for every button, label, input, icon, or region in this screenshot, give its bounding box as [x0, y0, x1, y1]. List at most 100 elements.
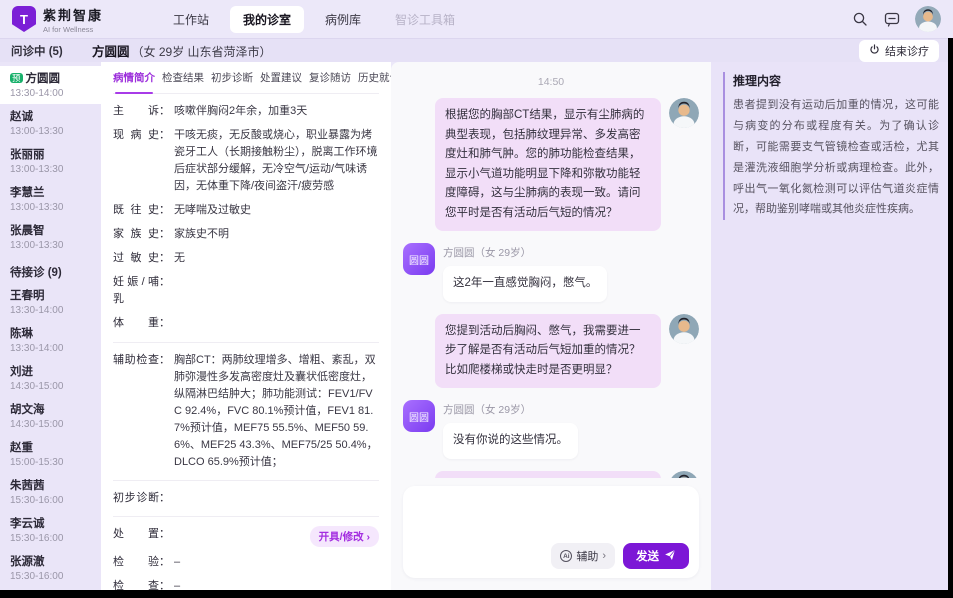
record-tab[interactable]: 病情简介	[113, 70, 155, 87]
patient-list-item[interactable]: 陈琳13:30-14:00	[0, 321, 101, 359]
patient-name: 王春明	[10, 287, 93, 303]
prescribe-button[interactable]: 开具/修改 ›	[310, 526, 379, 547]
reasoning-block: 推理内容 患者提到没有运动后加重的情况，这可能与病变的分布或程度有关。为了确认诊…	[723, 72, 939, 220]
message-composer: Ai 辅助 › 发送	[403, 486, 699, 578]
field-colon: ：	[159, 103, 170, 120]
record-tab[interactable]: 处置建议	[260, 70, 302, 87]
patient-list-item[interactable]: 预方圆圆13:30-14:00	[0, 66, 101, 104]
record-field: 过敏史：无	[113, 250, 379, 267]
patient-meta: （女 29岁 山东省菏泽市）	[132, 45, 272, 59]
patient-message: 圆圆方圆圆（女 29岁）这2年一直感觉胸闷，憋气。	[403, 243, 699, 302]
doctor-avatar	[669, 314, 699, 344]
nav-item[interactable]: 工作站	[160, 6, 222, 33]
patient-name: 赵重	[10, 439, 93, 455]
patient-list-item[interactable]: 王春明 13:30-14:00	[0, 283, 101, 321]
brand-logo-icon: T	[12, 6, 36, 32]
record-tab[interactable]: 检查结果	[162, 70, 204, 87]
composer-actions: Ai 辅助 › 发送	[551, 543, 689, 569]
chat-panel: 14:50根据您的胸部CT结果，显示有尘肺病的典型表现，包括肺纹理异常、多发高密…	[391, 62, 711, 590]
user-avatar[interactable]	[915, 6, 941, 32]
ai-icon: Ai	[560, 550, 572, 562]
message-icon[interactable]	[883, 10, 901, 28]
field-colon: ：	[159, 554, 170, 571]
patient-message-content: 方圆圆（女 29岁）这2年一直感觉胸闷，憋气。	[443, 243, 607, 302]
record-tab[interactable]: 历史就诊	[358, 70, 391, 87]
brand: T 紫荆智康 AI for Wellness	[12, 5, 142, 34]
record-field: 处置：开具/修改 ›	[113, 526, 379, 547]
doctor-avatar	[669, 471, 699, 478]
patient-list-item[interactable]: 赵重 15:00-15:30	[0, 435, 101, 473]
nav-item[interactable]: 我的诊室	[230, 6, 304, 33]
patient-list-item[interactable]: 张晨智13:00-13:30	[0, 218, 101, 256]
patient-list-item[interactable]: 刘进 14:30-15:00	[0, 359, 101, 397]
record-tab[interactable]: 初步诊断	[211, 70, 253, 87]
patient-list-item[interactable]: 李云诚15:30-16:00	[0, 511, 101, 549]
field-label: 家族史	[113, 226, 159, 243]
message-bubble: 没有你说的这些情况。	[443, 423, 578, 459]
record-field: 辅助检查：胸部CT：两肺纹理增多、增粗、紊乱，双肺弥漫性多发高密度灶及囊状低密度…	[113, 352, 379, 471]
window-edge	[948, 38, 953, 590]
field-value: 干咳无痰，无反酸或烧心，职业暴露为烤瓷牙工人（长期接触粉尘），脱离工作环境后症状…	[174, 127, 379, 195]
nav-item[interactable]: 智诊工具箱	[382, 6, 468, 33]
field-label: 检验	[113, 554, 159, 571]
assist-button[interactable]: Ai 辅助 ›	[551, 543, 615, 569]
patient-time: 15:30-16:00	[10, 571, 93, 582]
end-consult-button[interactable]: 结束诊疗	[859, 40, 939, 62]
search-icon[interactable]	[851, 10, 869, 28]
appointment-badge: 预	[10, 73, 23, 84]
field-label: 初步诊断	[113, 490, 159, 507]
send-button[interactable]: 发送	[623, 543, 689, 569]
patient-name-text: 朱茜茜	[10, 477, 45, 493]
waiting-section-label: 待接诊 (9)	[0, 256, 101, 283]
patient-list-item[interactable]: 李慧兰13:00-13:30	[0, 180, 101, 218]
patient-list-item[interactable]: 胡文海 14:30-15:00	[0, 397, 101, 435]
patient-list-item[interactable]: 陈晨16:00-16:30	[0, 587, 101, 590]
patient-message: 圆圆方圆圆（女 29岁）没有你说的这些情况。	[403, 400, 699, 459]
record-field: 主诉：咳嗽伴胸闷2年余，加重3天	[113, 103, 379, 120]
message-list: 14:50根据您的胸部CT结果，显示有尘肺病的典型表现，包括肺纹理异常、多发高密…	[391, 62, 711, 478]
field-colon: ：	[159, 250, 170, 267]
chevron-right-icon: ›	[602, 550, 606, 562]
doctor-avatar	[669, 98, 699, 128]
message-bubble: 我需要安排您进行支气管镜检查，以进一步明确肺部病变性质。这项检查可以帮助我们获取…	[435, 471, 661, 478]
nav-item[interactable]: 病例库	[312, 6, 374, 33]
doctor-message: 您提到活动后胸闷、憋气，我需要进一步了解是否有活动后气短加重的情况？比如爬楼梯或…	[403, 314, 699, 389]
field-label: 现病史	[113, 127, 159, 144]
send-plane-icon	[664, 549, 676, 564]
send-label: 发送	[636, 548, 659, 564]
field-label: 妊娠/哺乳	[113, 274, 159, 308]
field-label: 处置	[113, 526, 159, 543]
patient-name-text: 胡文海	[10, 401, 45, 417]
message-bubble: 根据您的胸部CT结果，显示有尘肺病的典型表现，包括肺纹理异常、多发高密度灶和肺气…	[435, 98, 661, 231]
patient-time: 14:30-15:00	[10, 419, 93, 430]
brand-name: 紫荆智康	[43, 5, 103, 24]
logo-letter: T	[20, 12, 28, 27]
patient-list-item[interactable]: 赵诚 13:00-13:30	[0, 104, 101, 142]
patient-name: 朱茜茜	[10, 477, 93, 493]
chat-input[interactable]	[413, 494, 691, 542]
message-bubble: 这2年一直感觉胸闷，憋气。	[443, 266, 607, 302]
patient-time: 14:30-15:00	[10, 381, 93, 392]
patient-list-item[interactable]: 张源澈15:30-16:00	[0, 549, 101, 587]
patient-name: 预方圆圆	[10, 70, 93, 86]
reasoning-text: 患者提到没有运动后加重的情况，这可能与病变的分布或程度有关。为了确认诊断，可能需…	[733, 95, 939, 220]
patient-name-text: 赵诚	[10, 108, 33, 124]
patient-name: 刘进	[10, 363, 93, 379]
patient-time: 13:30-14:00	[10, 305, 93, 316]
patient-name-text: 张丽丽	[10, 146, 45, 162]
patient-list-item[interactable]: 张丽丽13:00-13:30	[0, 142, 101, 180]
patient-time: 15:00-15:30	[10, 457, 93, 468]
field-value: 家族史不明	[174, 226, 379, 243]
patient-name-text: 方圆圆	[26, 70, 61, 86]
patient-name: 李慧兰	[10, 184, 93, 200]
patient-time: 13:00-13:30	[10, 126, 93, 137]
record-tab[interactable]: 复诊随访	[309, 70, 351, 87]
app-window: T 紫荆智康 AI for Wellness 工作站我的诊室病例库智诊工具箱 问…	[0, 0, 953, 590]
patient-name-text: 赵重	[10, 439, 33, 455]
field-colon: ：	[159, 274, 170, 291]
patient-time: 13:00-13:30	[10, 240, 93, 251]
record-field: 检查：–	[113, 578, 379, 590]
field-colon: ：	[159, 226, 170, 243]
patient-list-item[interactable]: 朱茜茜15:30-16:00	[0, 473, 101, 511]
field-value: 无	[174, 250, 379, 267]
